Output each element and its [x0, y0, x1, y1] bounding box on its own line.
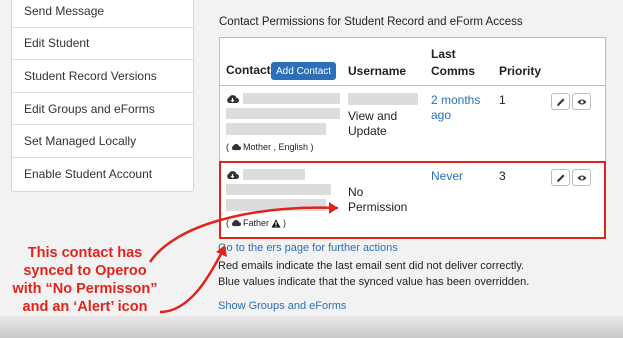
add-contact-button[interactable]: Add Contact — [271, 62, 337, 80]
cloud-icon — [231, 144, 241, 151]
view-button[interactable] — [572, 169, 591, 186]
student-record-versions-link[interactable]: Student Record Versions — [12, 60, 193, 93]
contact-relationship-tag: ( Mother , English ) — [226, 142, 314, 152]
annotation-callout: This contact has synced to Operoo with “… — [12, 245, 158, 315]
redacted-phone — [226, 199, 326, 211]
table-row-highlighted: ( Father ) No Permission Never 3 — [219, 161, 606, 239]
eye-icon — [577, 99, 586, 104]
priority-value: 3 — [499, 169, 506, 183]
edit-student-link[interactable]: Edit Student — [12, 28, 193, 61]
set-managed-locally-link[interactable]: Set Managed Locally — [12, 125, 193, 158]
redacted-username — [348, 93, 418, 105]
red-emails-note: Red emails indicate the last email sent … — [218, 260, 525, 272]
priority-column-header: Priority — [499, 64, 542, 78]
edit-button[interactable] — [551, 169, 570, 186]
eye-icon — [577, 175, 586, 180]
student-actions-menu: Send Message Edit Student Student Record… — [11, 0, 194, 192]
contact-permissions-table: Contact Add Contact Username Last Comms … — [219, 37, 606, 239]
table-row: ( Mother , English ) View and Update 2 m… — [220, 86, 605, 162]
username-permission: No Permission — [348, 185, 408, 214]
pencil-icon — [556, 174, 564, 182]
cloud-icon — [231, 220, 241, 227]
last-comms-link[interactable]: Never — [431, 169, 463, 184]
redacted-phone — [226, 123, 326, 135]
enable-student-account-link[interactable]: Enable Student Account — [12, 158, 193, 191]
contact-relationship-tag: ( Father ) — [226, 218, 287, 228]
last-comms-header-line2: Comms — [431, 64, 476, 78]
username-column-header: Username — [348, 64, 407, 78]
username-permission: View and Update — [348, 109, 398, 138]
view-button[interactable] — [572, 93, 591, 110]
show-groups-eforms-link[interactable]: Show Groups and eForms — [218, 300, 346, 312]
cloud-sync-icon — [227, 171, 239, 179]
contact-column-header: Contact — [226, 63, 271, 77]
table-header: Contact Add Contact Username Last Comms … — [220, 38, 605, 86]
edit-button[interactable] — [551, 93, 570, 110]
section-title: Contact Permissions for Student Record a… — [219, 16, 523, 28]
cloud-sync-icon — [227, 95, 239, 103]
edit-groups-eforms-link[interactable]: Edit Groups and eForms — [12, 93, 193, 126]
last-comms-header-line1: Last — [431, 47, 456, 61]
pencil-icon — [556, 98, 564, 106]
bottom-shadow-bar — [0, 316, 623, 338]
blue-values-note: Blue values indicate that the synced val… — [218, 276, 530, 288]
priority-value: 1 — [499, 93, 506, 107]
send-message-link[interactable]: Send Message — [12, 0, 193, 28]
redacted-name — [243, 169, 305, 180]
redacted-email — [226, 108, 340, 119]
redacted-name — [243, 93, 340, 104]
users-page-link[interactable]: Go to the ers page for further actions — [218, 242, 398, 254]
redacted-email — [226, 184, 331, 195]
last-comms-link[interactable]: 2 months ago — [431, 93, 480, 123]
alert-icon — [271, 218, 281, 228]
